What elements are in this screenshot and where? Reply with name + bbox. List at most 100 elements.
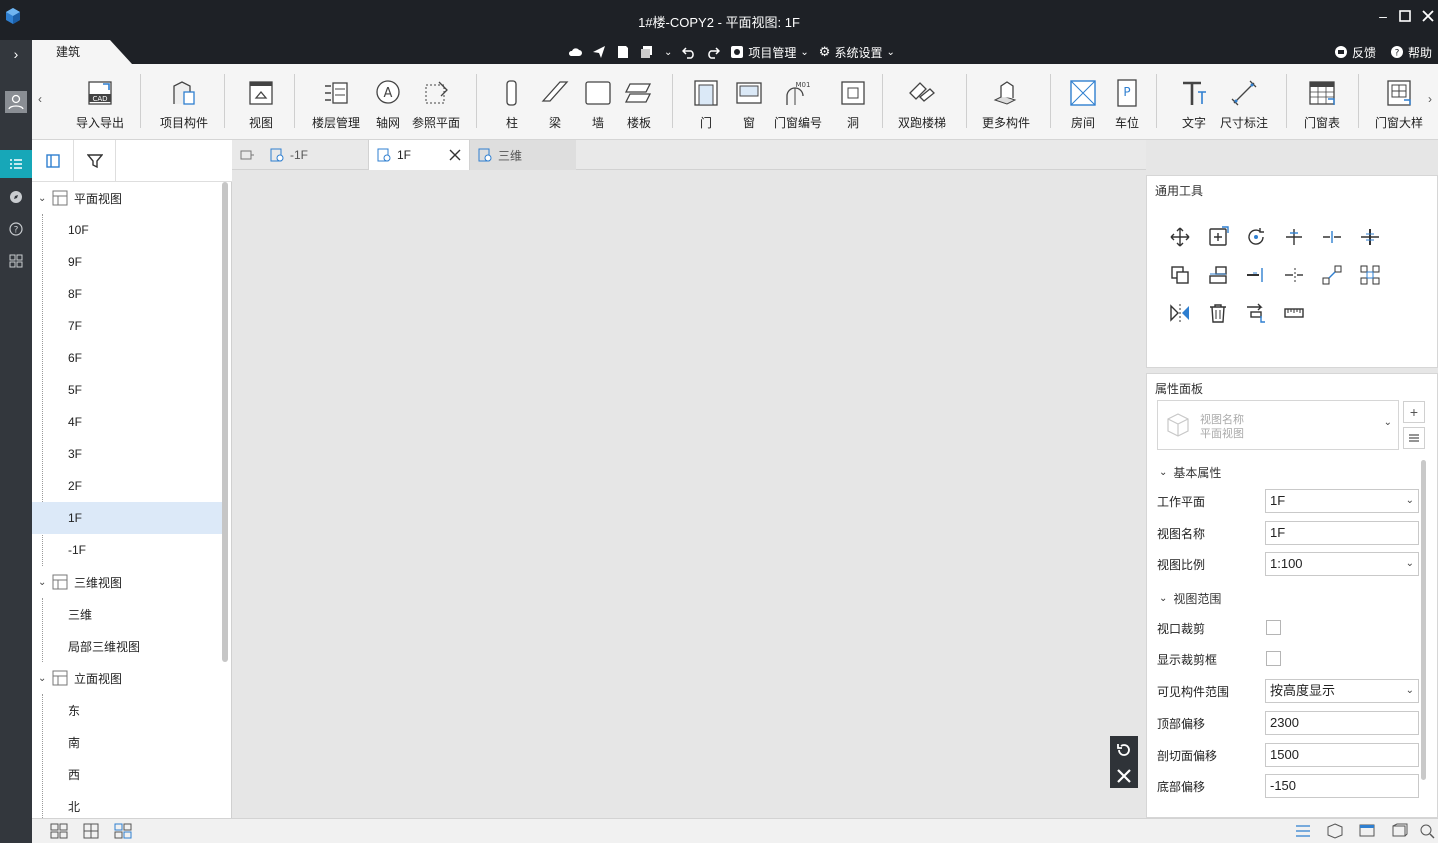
column-button[interactable]: 柱: [495, 76, 529, 131]
close-icon[interactable]: [1116, 768, 1132, 784]
layer-settings-icon[interactable]: [1294, 823, 1312, 839]
save-all-icon[interactable]: [640, 45, 654, 59]
cloud-icon[interactable]: [568, 45, 582, 59]
shaded-mode-icon[interactable]: [1390, 823, 1408, 839]
tree-item-selected[interactable]: 1F: [32, 502, 222, 534]
top-offset-input[interactable]: 2300: [1265, 711, 1419, 735]
move-tool[interactable]: [1167, 224, 1193, 250]
connect-tool[interactable]: [1319, 262, 1345, 288]
measure-tool[interactable]: [1281, 300, 1307, 326]
text-button[interactable]: 文字: [1177, 76, 1211, 131]
question-button[interactable]: ?: [0, 215, 32, 243]
grid-view-icon[interactable]: [82, 823, 100, 839]
door-button[interactable]: 门: [689, 76, 723, 131]
section-view-range[interactable]: ⌄ 视图范围: [1159, 590, 1221, 607]
ribbon-scroll-left-icon[interactable]: ‹: [38, 92, 42, 106]
cascade-view-icon[interactable]: [114, 823, 132, 839]
parking-button[interactable]: P 车位: [1110, 76, 1144, 131]
tree-item[interactable]: 北: [32, 790, 222, 818]
user-avatar[interactable]: [0, 88, 32, 116]
trim-tool[interactable]: [1281, 224, 1307, 250]
tab-view-1f[interactable]: 1F: [368, 140, 470, 170]
panel-layout-button[interactable]: [32, 140, 74, 182]
send-icon[interactable]: [592, 45, 606, 59]
drawing-canvas[interactable]: [232, 170, 1146, 818]
tab-view-3d[interactable]: 三维: [470, 140, 576, 170]
chevron-down-icon[interactable]: ⌄: [32, 577, 48, 588]
scale-tool[interactable]: [1243, 300, 1269, 326]
chevron-down-icon[interactable]: ⌄: [32, 193, 48, 204]
tree-item[interactable]: 9F: [32, 246, 222, 278]
maximize-button[interactable]: [1396, 7, 1414, 25]
dimension-button[interactable]: 尺寸标注: [1220, 76, 1268, 131]
properties-scrollbar[interactable]: [1421, 460, 1426, 780]
tree-item[interactable]: -1F: [32, 534, 222, 566]
section-basic-properties[interactable]: ⌄ 基本属性: [1159, 464, 1221, 481]
display-mode-icon[interactable]: [1358, 823, 1376, 839]
compass-button[interactable]: [0, 183, 32, 211]
tile-view-icon[interactable]: [50, 823, 68, 839]
bottom-offset-input[interactable]: -150: [1265, 774, 1419, 798]
view-name-input[interactable]: 1F: [1265, 521, 1419, 545]
ribbon-tab-architecture[interactable]: 建筑: [32, 40, 132, 64]
view-button[interactable]: 视图: [244, 76, 278, 131]
tree-item[interactable]: 西: [32, 758, 222, 790]
floor-management-button[interactable]: 楼层管理: [312, 76, 360, 131]
undo-icon[interactable]: [682, 45, 696, 59]
extend-tool[interactable]: [1357, 224, 1383, 250]
align-tool[interactable]: [1205, 262, 1231, 288]
reset-view-icon[interactable]: [1115, 741, 1133, 759]
edit-type-button[interactable]: [1403, 427, 1425, 449]
save-icon[interactable]: [616, 45, 630, 59]
tree-group-elevation-views[interactable]: ⌄ 立面视图: [32, 662, 222, 694]
tree-item[interactable]: 7F: [32, 310, 222, 342]
system-settings-menu[interactable]: ⚙ 系统设置 ⌄: [819, 44, 895, 61]
beam-button[interactable]: 梁: [538, 76, 572, 131]
window-button[interactable]: 窗: [732, 76, 766, 131]
tree-item[interactable]: 南: [32, 726, 222, 758]
copy-tool[interactable]: [1205, 224, 1231, 250]
room-button[interactable]: 房间: [1066, 76, 1100, 131]
tree-item[interactable]: 10F: [32, 214, 222, 246]
break-tool[interactable]: [1281, 262, 1307, 288]
feedback-button[interactable]: 反馈: [1334, 44, 1376, 61]
3d-box-icon[interactable]: [1326, 823, 1344, 839]
import-export-button[interactable]: CAD 导入导出: [76, 76, 124, 131]
tree-scrollbar[interactable]: [222, 182, 228, 662]
mirror-tool[interactable]: [1167, 300, 1193, 326]
project-management-menu[interactable]: 项目管理 ⌄: [730, 44, 809, 61]
work-plane-select[interactable]: 1F ⌄: [1265, 489, 1419, 513]
tree-item[interactable]: 东: [32, 694, 222, 726]
add-type-button[interactable]: +: [1403, 401, 1425, 423]
zoom-fit-icon[interactable]: [1418, 823, 1436, 839]
tree-group-3d-views[interactable]: ⌄ 三维视图: [32, 566, 222, 598]
view-scale-select[interactable]: 1:100 ⌄: [1265, 552, 1419, 576]
door-window-table-button[interactable]: 门窗表: [1304, 76, 1340, 131]
cut-plane-offset-input[interactable]: 1500: [1265, 743, 1419, 767]
tree-item[interactable]: 3F: [32, 438, 222, 470]
filter-button[interactable]: [74, 140, 116, 182]
tree-item[interactable]: 2F: [32, 470, 222, 502]
reference-plane-button[interactable]: 参照平面: [412, 76, 460, 131]
tree-item[interactable]: 局部三维视图: [32, 630, 222, 662]
tree-item[interactable]: 4F: [32, 406, 222, 438]
ribbon-scroll-right-icon[interactable]: ›: [1428, 92, 1432, 106]
opening-button[interactable]: 洞: [836, 76, 870, 131]
split-tool[interactable]: [1319, 224, 1345, 250]
delete-tool[interactable]: [1205, 300, 1231, 326]
tree-item[interactable]: 三维: [32, 598, 222, 630]
rotate-tool[interactable]: [1243, 224, 1269, 250]
tree-group-plan-views[interactable]: ⌄ 平面视图: [32, 182, 222, 214]
visible-range-select[interactable]: 按高度显示 ⌄: [1265, 679, 1419, 703]
close-window-button[interactable]: [1419, 7, 1437, 25]
group-tool[interactable]: [1357, 262, 1383, 288]
more-components-button[interactable]: 更多构件: [982, 76, 1030, 131]
chevron-down-icon[interactable]: ⌄: [664, 47, 672, 58]
viewport-crop-checkbox[interactable]: [1266, 620, 1281, 635]
help-button[interactable]: ? 帮助: [1390, 44, 1432, 61]
tab-list-button[interactable]: [232, 140, 262, 170]
tab-view-minus1f[interactable]: -1F: [262, 140, 368, 170]
tree-item[interactable]: 6F: [32, 342, 222, 374]
door-window-number-button[interactable]: M01 门窗编号: [774, 76, 822, 131]
door-window-detail-button[interactable]: 门窗大样: [1375, 76, 1423, 131]
